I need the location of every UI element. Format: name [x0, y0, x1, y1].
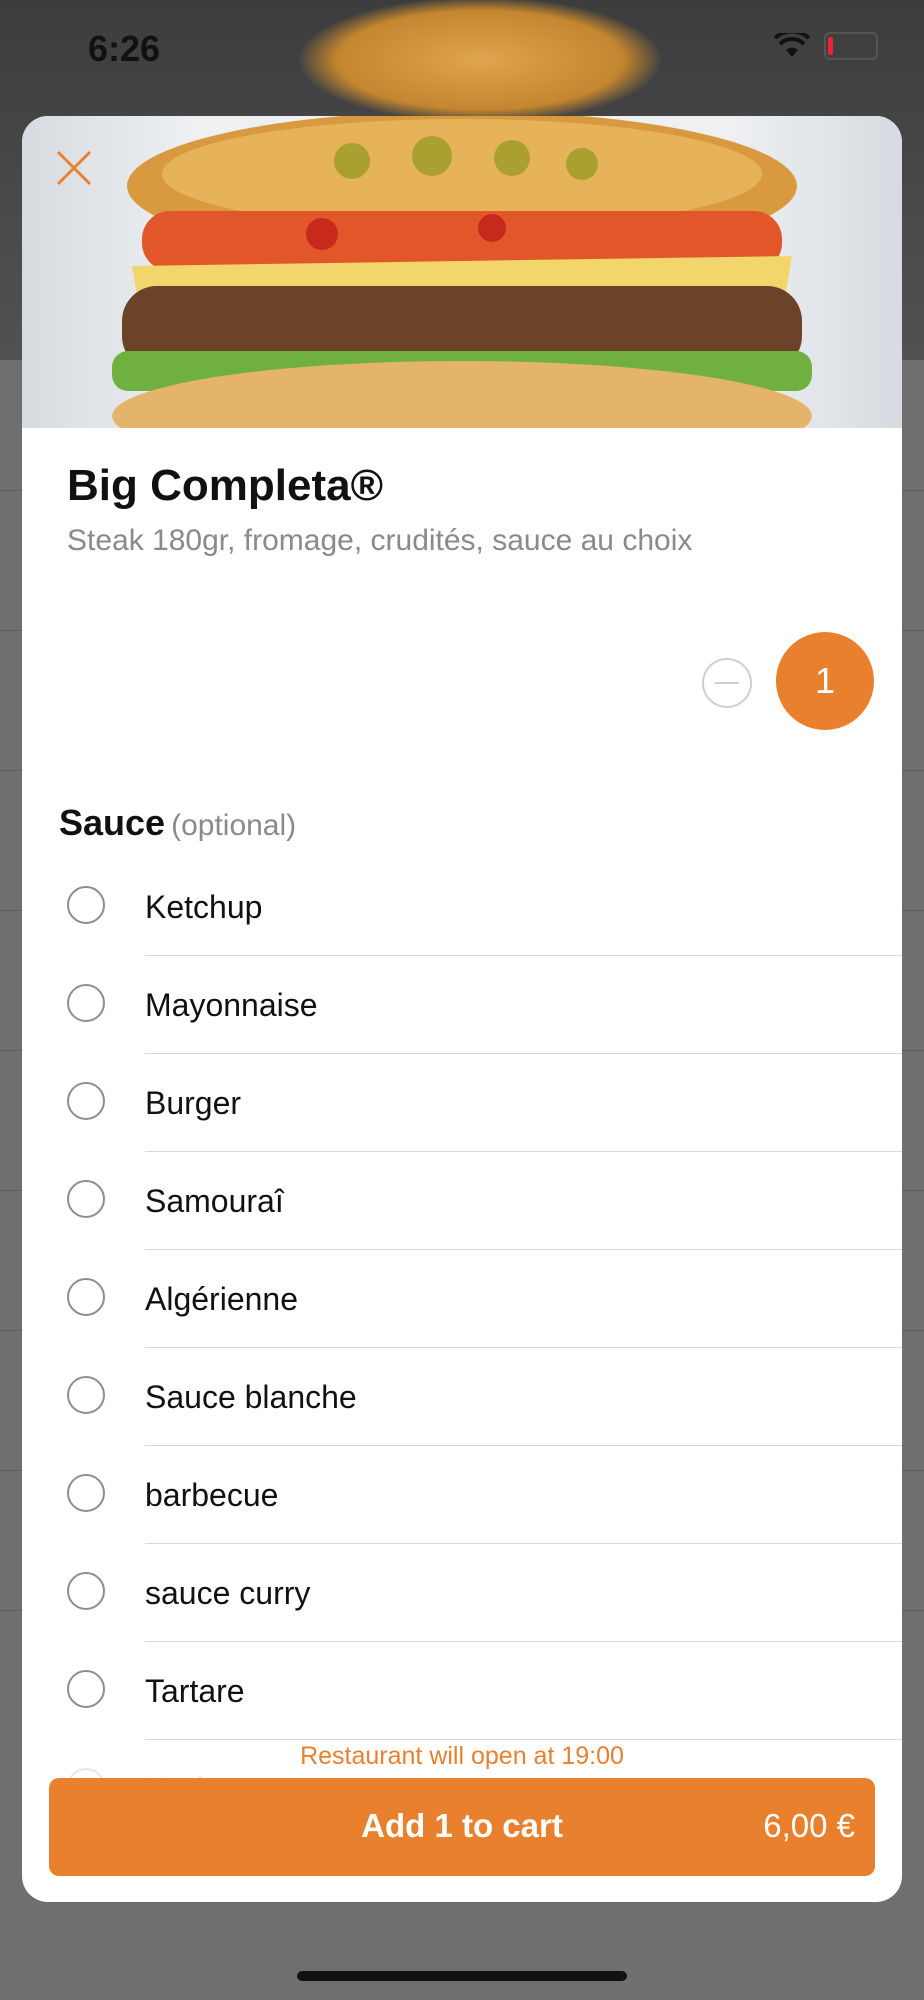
close-icon[interactable] — [52, 146, 96, 190]
option-label: Algérienne — [145, 1281, 298, 1317]
radio-button[interactable] — [67, 1670, 105, 1708]
add-to-cart-label: Add 1 to cart — [361, 1807, 563, 1844]
option-barbecue[interactable]: barbecue — [22, 1446, 902, 1544]
radio-button[interactable] — [67, 1474, 105, 1512]
option-tartare[interactable]: Tartare — [22, 1642, 902, 1740]
product-description: Steak 180gr, fromage, crudités, sauce au… — [67, 524, 693, 557]
option-label: sauce curry — [145, 1575, 311, 1611]
product-modal: Big Completa® Steak 180gr, fromage, crud… — [22, 116, 902, 1902]
opening-notice: Restaurant will open at 19:00 — [300, 1742, 624, 1770]
add-to-cart-button[interactable]: Add 1 to cart 6,00 € — [49, 1778, 875, 1876]
option-label: Mayonnaise — [145, 987, 318, 1023]
option-samourai[interactable]: Samouraî — [22, 1152, 902, 1250]
cart-price: 6,00 € — [763, 1807, 855, 1844]
status-time: 6:26 — [88, 28, 161, 69]
section-title: Sauce — [59, 802, 166, 843]
burger-illustration — [112, 116, 812, 428]
quantity-badge[interactable]: 1 — [776, 632, 874, 730]
section-optional-label: (optional) — [171, 809, 297, 842]
radio-button[interactable] — [67, 1572, 105, 1610]
wifi-icon — [774, 33, 810, 57]
home-indicator[interactable] — [297, 1971, 627, 1981]
option-sauce-curry[interactable]: sauce curry — [22, 1544, 902, 1642]
option-label: Tartare — [145, 1673, 245, 1709]
radio-button[interactable] — [67, 1082, 105, 1120]
option-ketchup[interactable]: Ketchup — [22, 858, 902, 956]
option-label: barbecue — [145, 1477, 279, 1513]
radio-button[interactable] — [67, 1376, 105, 1414]
section-header: Sauce (optional) — [59, 802, 296, 844]
radio-button[interactable] — [67, 886, 105, 924]
battery-low-icon — [824, 32, 878, 60]
status-icons — [774, 32, 878, 60]
radio-button[interactable] — [67, 1180, 105, 1218]
option-label: Ketchup — [145, 889, 263, 925]
radio-button[interactable] — [67, 1278, 105, 1316]
option-sauce-blanche[interactable]: Sauce blanche — [22, 1348, 902, 1446]
option-burger[interactable]: Burger — [22, 1054, 902, 1152]
option-label: Burger — [145, 1085, 242, 1121]
minus-circle-icon[interactable] — [702, 658, 752, 708]
radio-button[interactable] — [67, 984, 105, 1022]
burger-photo — [22, 116, 902, 428]
sauce-options-list: Ketchup Mayonnaise Burger Samouraî Algér… — [22, 858, 902, 1838]
option-algerienne[interactable]: Algérienne — [22, 1250, 902, 1348]
minus-bar — [715, 682, 739, 684]
product-title: Big Completa® — [67, 461, 383, 510]
option-mayonnaise[interactable]: Mayonnaise — [22, 956, 902, 1054]
option-label: Sauce blanche — [145, 1379, 357, 1415]
option-label: Samouraî — [145, 1183, 284, 1219]
